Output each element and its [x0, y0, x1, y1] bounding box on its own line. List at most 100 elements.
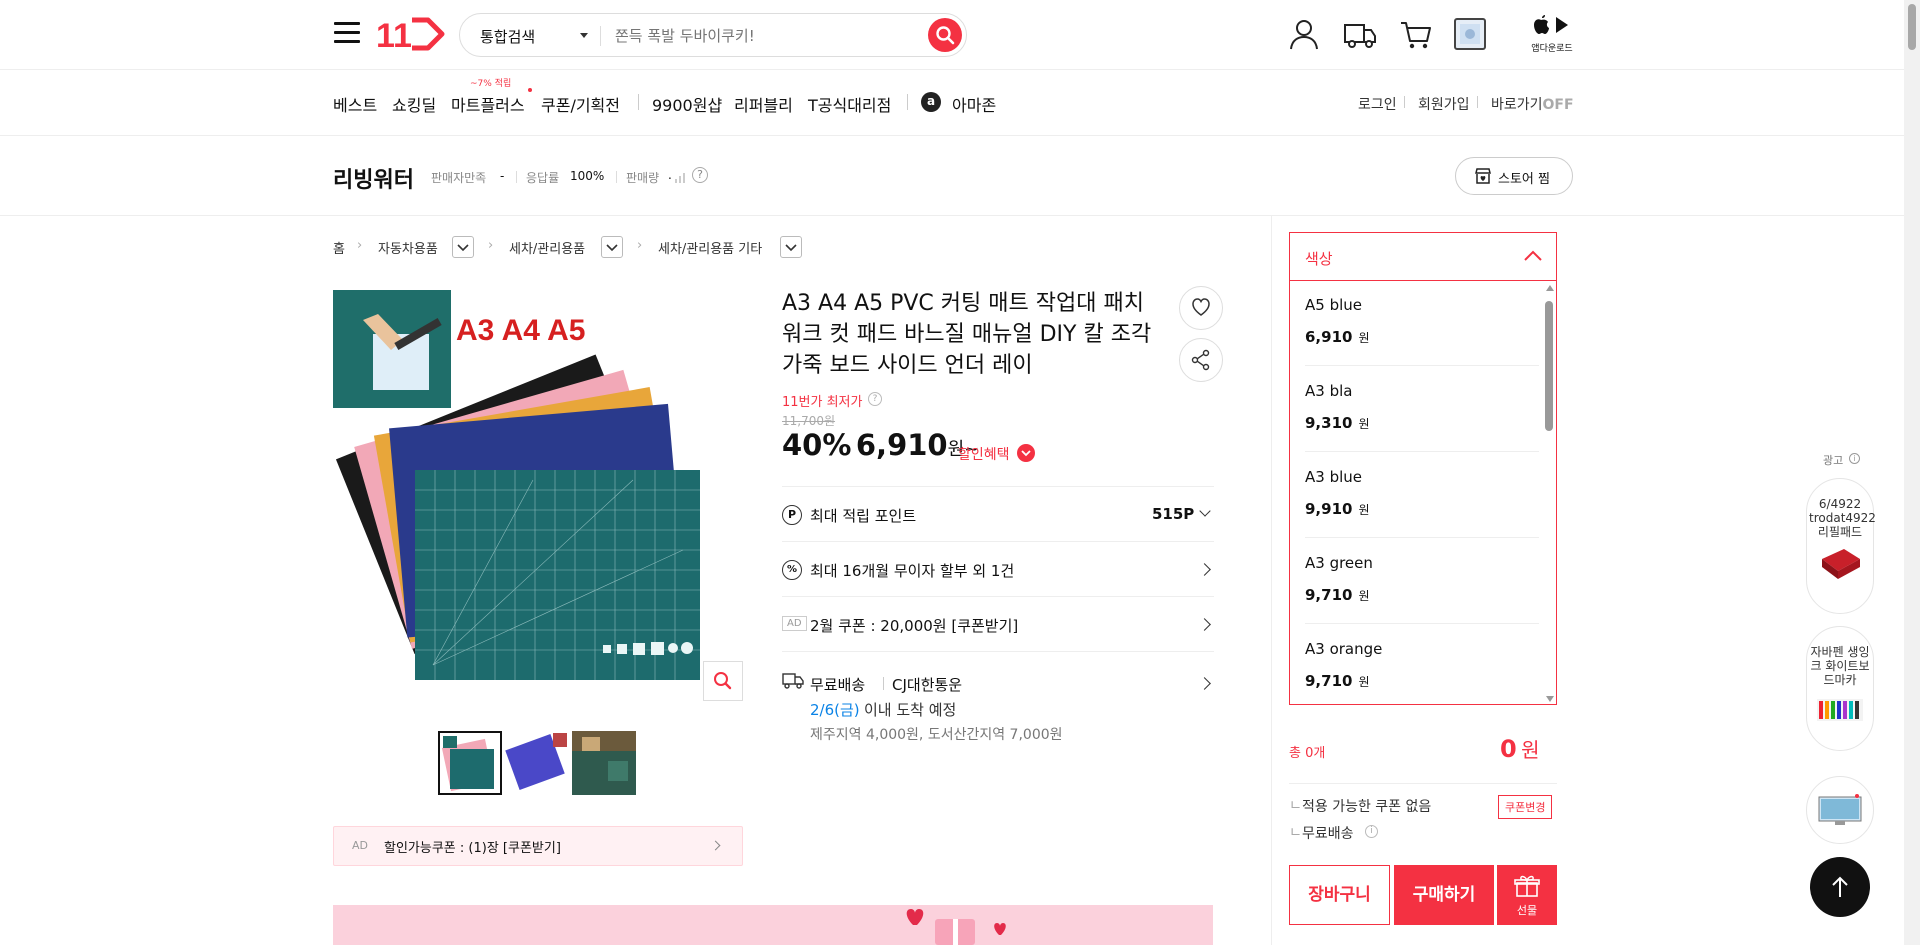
store-follow-button[interactable]: 스토어 찜: [1455, 157, 1573, 195]
point-label: 최대 적립 포인트: [810, 507, 917, 525]
signup-link[interactable]: 회원가입: [1418, 94, 1470, 114]
breadcrumb-dropdown-3[interactable]: [780, 236, 802, 258]
amazon-icon: a: [921, 92, 941, 112]
satisfaction-label: 판매자만족: [431, 171, 487, 185]
breadcrumb-separator: ›: [637, 238, 643, 253]
nav-item-mart-plus[interactable]: 마트플러스: [451, 92, 525, 116]
cart-icon[interactable]: [1398, 16, 1434, 52]
option-name: A3 orange: [1305, 640, 1383, 658]
option-price: 9,310 원: [1305, 414, 1370, 432]
apple-android-icon: [1534, 15, 1568, 34]
my-account-icon[interactable]: [1286, 16, 1322, 52]
ad-card-1[interactable]: 6/4922 trodat4922 리필패드: [1806, 478, 1876, 614]
tree-marker: ㄴ: [1289, 825, 1302, 841]
share-button[interactable]: [1179, 338, 1223, 382]
option-item[interactable]: A3 green 9,710 원: [1305, 538, 1539, 624]
nav-item-republy[interactable]: 리퍼블리: [734, 92, 793, 116]
gift-button[interactable]: 선물: [1497, 865, 1557, 925]
nav-item-9900[interactable]: 9900원샵: [652, 92, 722, 116]
breadcrumb-category-3[interactable]: 세차/관리용품 기타: [658, 238, 762, 257]
scrollbar-thumb[interactable]: [1908, 4, 1916, 50]
search-input[interactable]: [615, 24, 905, 48]
cart-button[interactable]: 장바구니: [1289, 865, 1390, 925]
ad-tag: AD: [782, 616, 807, 631]
discount-rate: 40%: [782, 428, 852, 462]
total-count: 총 0개: [1289, 746, 1326, 761]
option-item[interactable]: A3 bla 9,310 원: [1305, 366, 1539, 452]
response-label: 응답률: [526, 171, 560, 185]
help-icon[interactable]: ?: [692, 167, 708, 183]
shortcut-link[interactable]: 바로가기OFF: [1491, 94, 1574, 114]
scroll-top-button[interactable]: [1810, 857, 1870, 917]
divider: [600, 26, 601, 46]
store-bar: 리빙워터 판매자만족 - 응답률 100% 판매량 . ? 스토어 찜: [0, 136, 1904, 216]
thumbnail-2[interactable]: [505, 731, 569, 795]
search-category-select[interactable]: 통합검색: [480, 26, 535, 47]
option-name: A3 bla: [1305, 382, 1353, 400]
option-price-unit: 원: [1358, 675, 1370, 689]
option-item[interactable]: A3 blue 9,910 원: [1305, 452, 1539, 538]
sales-label: 판매량: [626, 171, 660, 185]
discount-coupon-banner[interactable]: AD 할인가능쿠폰 : (1)장 [쿠폰받기]: [333, 826, 743, 866]
divider: [516, 171, 517, 183]
ad-card-1-text: 6/4922 trodat4922 리필패드: [1809, 497, 1876, 539]
tree-marker: ㄴ: [1289, 798, 1302, 814]
buy-button[interactable]: 구매하기: [1394, 865, 1494, 925]
zoom-button[interactable]: [703, 661, 743, 701]
page-scrollbar[interactable]: [1904, 0, 1920, 945]
breadcrumb-category-1[interactable]: 자동차용품: [378, 238, 438, 257]
store-name[interactable]: 리빙워터: [333, 162, 414, 194]
chevron-down-icon[interactable]: [1017, 444, 1035, 462]
installment-row[interactable]: % 최대 16개월 무이자 할부 외 1건: [782, 541, 1214, 596]
breadcrumb-dropdown-1[interactable]: [452, 236, 474, 258]
sales-level-icon: [675, 173, 685, 183]
breadcrumb-home[interactable]: 홈: [333, 238, 345, 257]
chevron-right-icon: [1198, 677, 1211, 690]
gift-icon: [1514, 875, 1540, 897]
breadcrumb-separator: ›: [357, 238, 363, 253]
breadcrumb-category-2[interactable]: 세차/관리용품: [509, 238, 585, 257]
recent-viewed-thumbnail[interactable]: [1454, 18, 1486, 50]
wishlist-button[interactable]: [1179, 286, 1223, 330]
option-price-unit: 원: [1358, 417, 1370, 431]
option-item[interactable]: A5 blue 6,910 원: [1305, 280, 1539, 366]
nav-item-amazon[interactable]: 아마존: [952, 92, 996, 116]
discount-benefit-link[interactable]: 할인혜택: [958, 444, 1010, 464]
total-price-unit: 원: [1521, 738, 1540, 762]
ad-label: 광고: [1823, 454, 1844, 467]
coupon-change-button[interactable]: 쿠폰변경: [1498, 795, 1553, 819]
login-link[interactable]: 로그인: [1358, 94, 1397, 114]
option-item[interactable]: A3 orange 9,710 원: [1305, 624, 1539, 702]
thumbnail-3[interactable]: [572, 731, 636, 795]
price-value: 6,910: [855, 428, 948, 462]
total-price-value: 0: [1500, 735, 1517, 763]
shipping-row[interactable]: 무료배송 CJ대한통운 2/6(금) 이내 도착 예정 제주지역 4,000원,…: [782, 651, 1214, 751]
ad-card-3[interactable]: [1806, 776, 1874, 844]
delivery-truck-icon[interactable]: [1342, 16, 1378, 52]
search-button[interactable]: [928, 18, 962, 52]
chevron-down-icon: [785, 244, 797, 252]
nav-item-best[interactable]: 베스트: [333, 92, 377, 116]
ad-card-2[interactable]: 자바펜 생잉크 화이트보드마카: [1806, 626, 1874, 751]
ad-tag: AD: [352, 839, 368, 852]
breadcrumb-dropdown-2[interactable]: [601, 236, 623, 258]
app-download-link[interactable]: 앱다운로드: [1530, 14, 1574, 54]
info-icon[interactable]: i: [1849, 453, 1860, 464]
thumbnail-1[interactable]: [438, 731, 502, 795]
total-price: 0 원: [1500, 734, 1540, 763]
coupon-row[interactable]: AD 2월 쿠폰 : 20,000원 [쿠폰받기]: [782, 596, 1214, 651]
hamburger-menu-icon[interactable]: [334, 22, 360, 44]
help-icon[interactable]: ?: [868, 392, 882, 406]
product-main-image[interactable]: A3 A4 A5: [333, 290, 743, 690]
nav-item-shocking-deal[interactable]: 쇼킹딜: [392, 92, 436, 116]
promo-banner[interactable]: [333, 905, 1213, 945]
11st-logo[interactable]: 11: [376, 14, 448, 55]
option-scrollbar[interactable]: [1544, 285, 1554, 702]
nav-item-coupon[interactable]: 쿠폰/기획전: [541, 92, 620, 116]
option-header[interactable]: 색상: [1290, 233, 1556, 281]
info-icon[interactable]: i: [1365, 825, 1378, 838]
option-name: A3 blue: [1305, 468, 1362, 486]
point-row[interactable]: P 최대 적립 포인트 515P: [782, 486, 1214, 541]
nav-item-t-official[interactable]: T공식대리점: [808, 92, 891, 116]
no-coupon-text: 적용 가능한 쿠폰 없음: [1302, 799, 1432, 815]
